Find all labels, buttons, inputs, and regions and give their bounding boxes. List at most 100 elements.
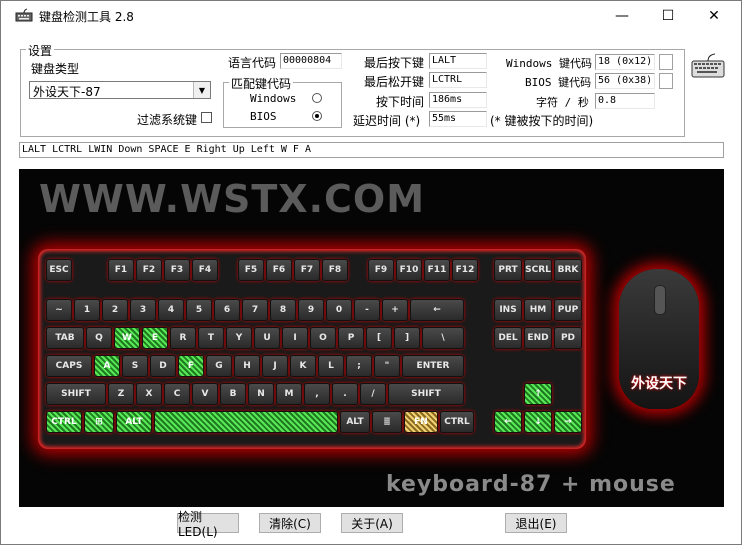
key-row4-7: M — [276, 383, 302, 405]
match-bios-radio[interactable] — [312, 111, 322, 121]
key-row2-5: T — [198, 327, 224, 349]
mouse-logo: 外设天下 — [631, 376, 687, 392]
key-row5-10: → — [554, 411, 582, 433]
exit-button[interactable]: 退出(E) — [505, 513, 567, 533]
key-row3-4: F — [178, 355, 204, 377]
match-code-group-label: 匹配键代码 — [229, 75, 294, 92]
key-row0-15: BRK — [554, 259, 582, 281]
chars-per-second-field: 0.8 — [595, 93, 655, 109]
key-row5-8: ← — [494, 411, 522, 433]
minimize-button[interactable]: — — [599, 1, 645, 31]
key-row5-6: FN — [404, 411, 438, 433]
key-row2-8: I — [282, 327, 308, 349]
key-row1-2: 2 — [102, 299, 128, 321]
key-row2-9: O — [310, 327, 336, 349]
key-row3-0: CAPS — [46, 355, 92, 377]
key-row2-10: P — [338, 327, 364, 349]
key-row1-0: ~ — [46, 299, 72, 321]
key-row3-2: S — [122, 355, 148, 377]
key-row1-9: 9 — [298, 299, 324, 321]
chars-per-second-label: 字符 / 秒 — [536, 96, 589, 109]
chevron-down-icon[interactable]: ▼ — [193, 82, 210, 98]
key-row4-5: B — [220, 383, 246, 405]
about-button[interactable]: 关于(A) — [341, 513, 403, 533]
key-row1-16: PUP — [554, 299, 582, 321]
bios-keycode-field: 56 (0x38) — [595, 73, 655, 89]
key-row2-7: U — [254, 327, 280, 349]
key-row1-5: 5 — [186, 299, 212, 321]
key-row3-6: H — [234, 355, 260, 377]
key-row5-3 — [154, 411, 338, 433]
key-row4-6: N — [248, 383, 274, 405]
key-row2-12: ] — [394, 327, 420, 349]
key-row1-12: + — [382, 299, 408, 321]
key-row0-1: F1 — [108, 259, 134, 281]
key-row2-14: DEL — [494, 327, 522, 349]
key-row1-7: 7 — [242, 299, 268, 321]
key-row2-15: END — [524, 327, 552, 349]
key-row1-4: 4 — [158, 299, 184, 321]
key-row3-11: " — [374, 355, 400, 377]
key-row3-3: D — [150, 355, 176, 377]
key-row5-9: ↓ — [524, 411, 552, 433]
windows-keycode-field: 18 (0x12) — [595, 54, 655, 70]
keyboard-icon — [691, 53, 725, 78]
key-row4-8: , — [304, 383, 330, 405]
key-row4-12: ↑ — [524, 383, 552, 405]
key-row4-10: / — [360, 383, 386, 405]
windows-keycode-indicator — [659, 54, 673, 70]
close-button[interactable]: ✕ — [691, 1, 737, 31]
key-row3-9: L — [318, 355, 344, 377]
key-row1-14: INS — [494, 299, 522, 321]
test-led-button[interactable]: 检测LED(L) — [177, 510, 239, 539]
language-code-field: 00000804 — [280, 53, 342, 69]
key-row5-0: CTRL — [46, 411, 82, 433]
key-row1-10: 0 — [326, 299, 352, 321]
last-released-field: LCTRL — [429, 72, 487, 88]
filter-system-keys-checkbox[interactable] — [201, 112, 212, 123]
language-code-label: 语言代码 — [228, 56, 277, 70]
key-row0-8: F8 — [322, 259, 348, 281]
key-row2-11: [ — [366, 327, 392, 349]
key-row3-8: K — [290, 355, 316, 377]
keyboard-visual-panel: WWW.WSTX.COM ESC F1 F2 F3 F4 F5 F6 F7 F8 F9 F10 F11… — [19, 169, 724, 507]
mouse-visual: 外设天下 — [619, 269, 699, 409]
match-windows-radio[interactable] — [312, 93, 322, 103]
keyboard-type-label: 键盘类型 — [31, 62, 80, 76]
key-row2-3: E — [142, 327, 168, 349]
key-row5-1: ⊞ — [84, 411, 114, 433]
key-row2-4: R — [170, 327, 196, 349]
key-row0-12: F12 — [452, 259, 478, 281]
key-row0-5: F5 — [238, 259, 264, 281]
keyboard-app-icon — [15, 8, 33, 22]
maximize-button[interactable]: ☐ — [645, 1, 691, 31]
key-row4-0: SHIFT — [46, 383, 106, 405]
key-row1-1: 1 — [74, 299, 100, 321]
key-log-field: LALT LCTRL LWIN Down SPACE E Right Up Le… — [19, 142, 724, 158]
key-row5-5: ≣ — [372, 411, 402, 433]
settings-group-label: 设置 — [26, 42, 55, 59]
key-row2-1: Q — [86, 327, 112, 349]
key-row4-3: C — [164, 383, 190, 405]
keyboard-type-select[interactable]: 外设天下-87 ▼ — [29, 81, 211, 99]
key-row3-10: ; — [346, 355, 372, 377]
match-bios-label: BIOS — [250, 110, 277, 123]
key-row1-3: 3 — [130, 299, 156, 321]
key-row0-14: SCRL — [524, 259, 552, 281]
title-bar: 键盘检测工具 2.8 — ☐ ✕ — [1, 1, 741, 31]
key-row1-6: 6 — [214, 299, 240, 321]
keyboard-type-value: 外设天下-87 — [33, 85, 101, 99]
press-time-label: 按下时间 — [376, 95, 425, 109]
key-row3-12: ENTER — [402, 355, 464, 377]
key-row0-6: F6 — [266, 259, 292, 281]
keyboard-model-caption: keyboard-87 + mouse — [386, 472, 676, 497]
key-row2-2: W — [114, 327, 140, 349]
key-row2-16: PD — [554, 327, 582, 349]
key-row1-8: 8 — [270, 299, 296, 321]
keyboard-body: ESC F1 F2 F3 F4 F5 F6 F7 F8 F9 F10 F11 F12 PRT SCRL BRK… — [38, 249, 586, 449]
key-row5-4: ALT — [340, 411, 370, 433]
clear-button[interactable]: 清除(C) — [259, 513, 321, 533]
key-row5-2: ALT — [116, 411, 152, 433]
key-row2-0: TAB — [46, 327, 84, 349]
last-released-label: 最后松开键 — [364, 75, 425, 89]
